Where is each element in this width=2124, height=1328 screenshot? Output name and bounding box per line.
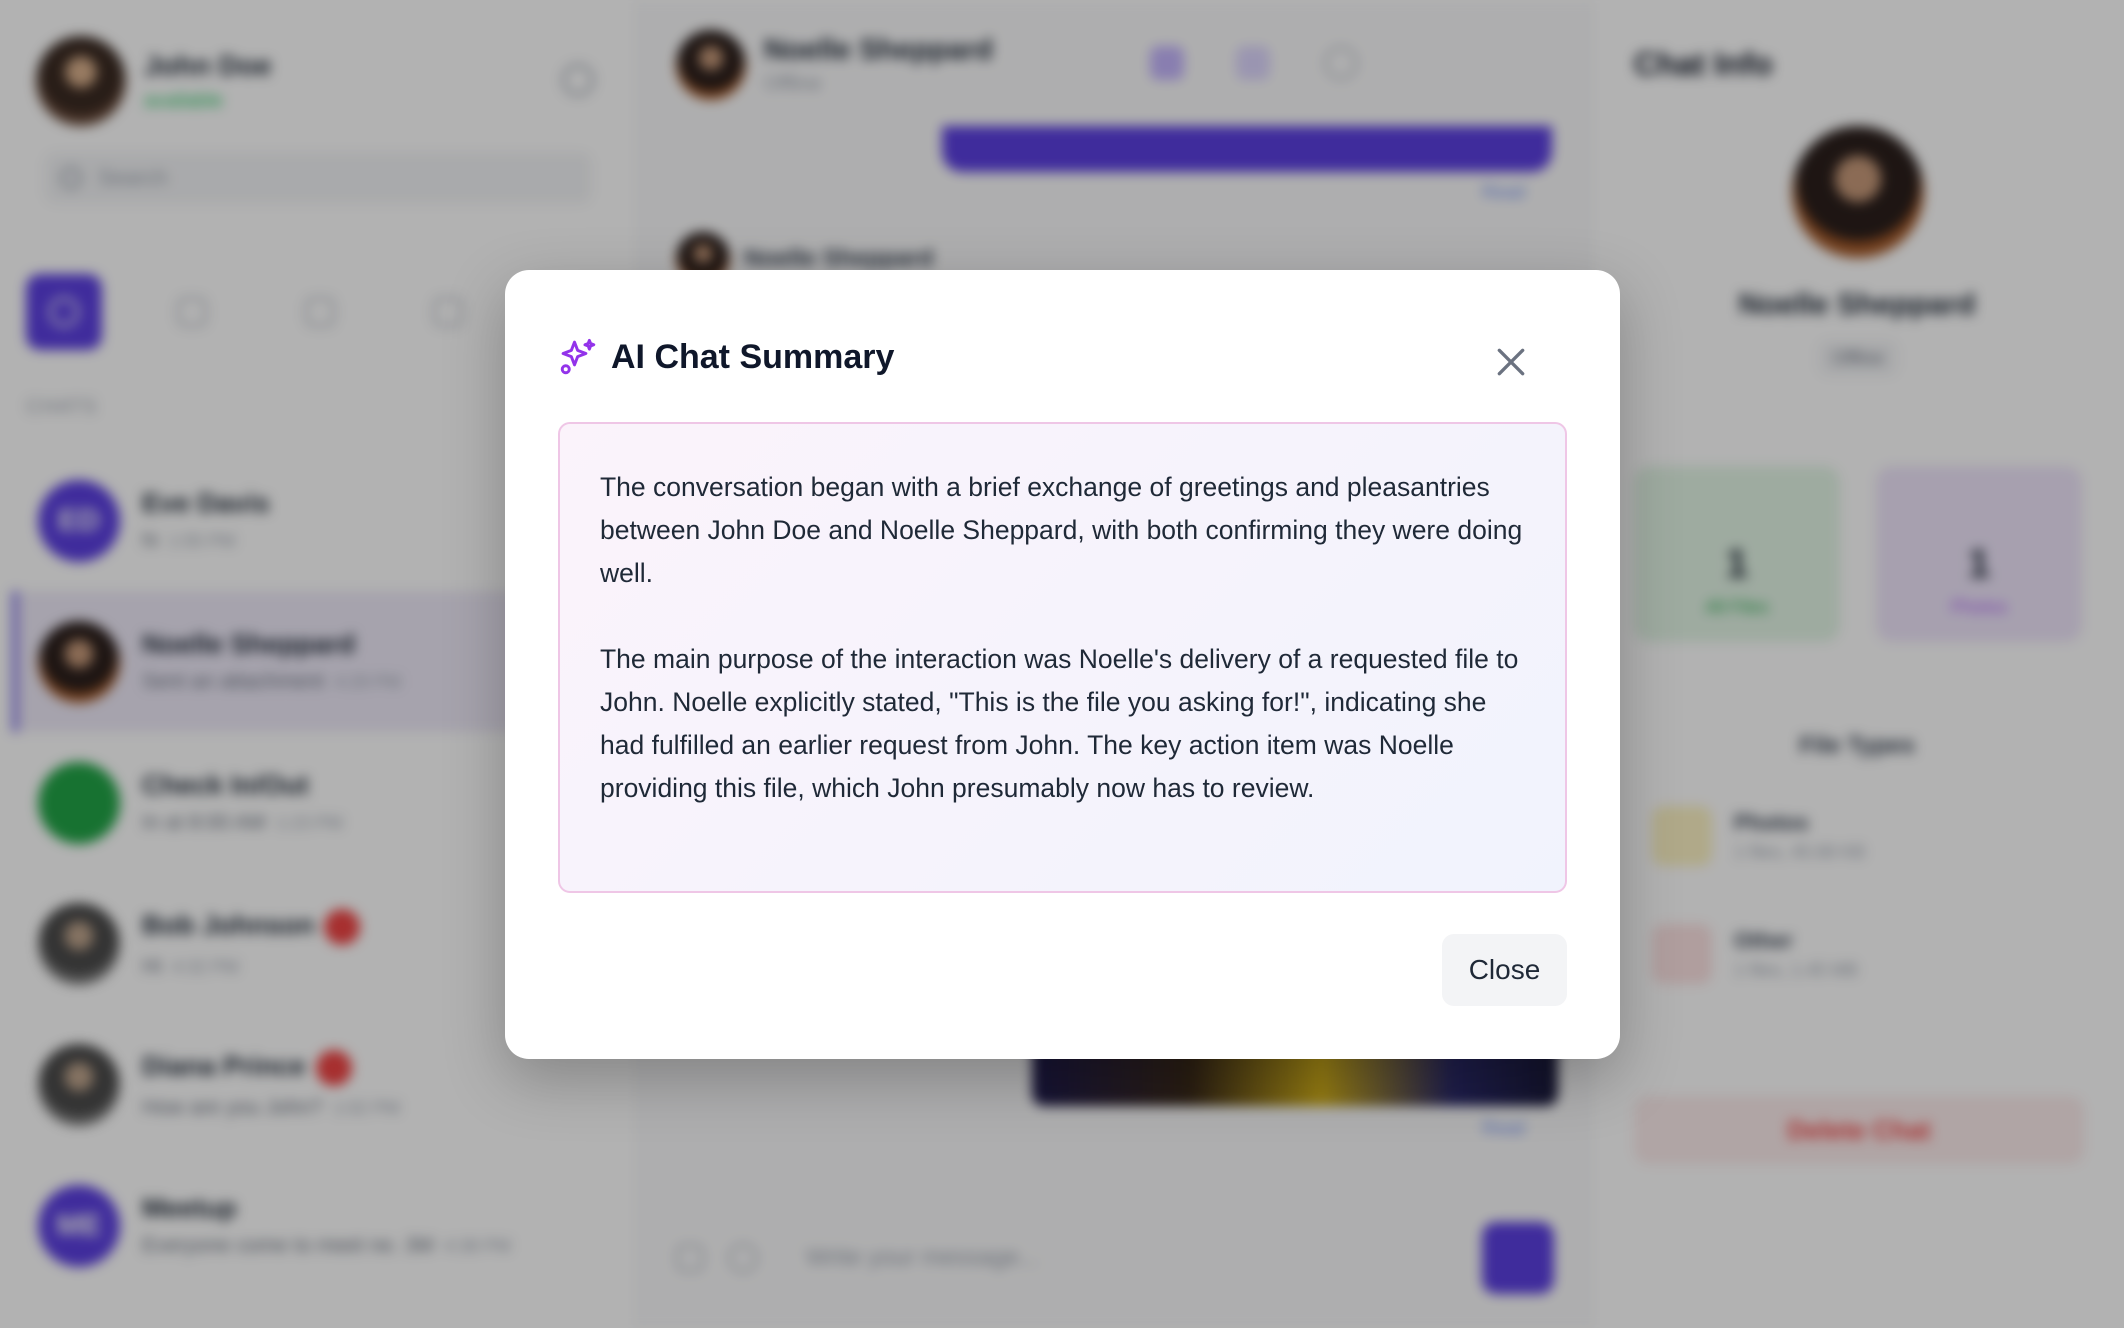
- sparkles-icon: [560, 338, 596, 375]
- ai-summary-modal: AI Chat Summary The conversation began w…: [505, 270, 1620, 1059]
- summary-content: The conversation began with a brief exch…: [558, 422, 1567, 893]
- close-button[interactable]: Close: [1442, 934, 1567, 1006]
- modal-title: AI Chat Summary: [611, 337, 895, 376]
- close-icon[interactable]: [1491, 342, 1531, 382]
- summary-paragraph: The conversation began with a brief exch…: [600, 472, 1523, 588]
- summary-paragraph: The main purpose of the interaction was …: [600, 644, 1519, 803]
- modal-header: AI Chat Summary: [557, 336, 894, 378]
